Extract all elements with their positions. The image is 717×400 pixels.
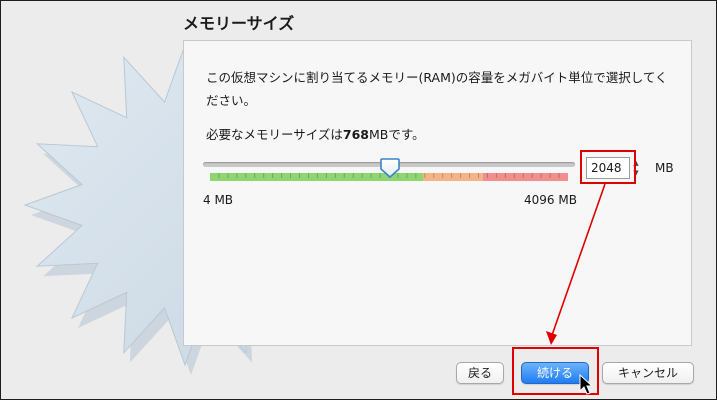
cancel-button[interactable]: キャンセル xyxy=(602,362,694,384)
recommended-suffix: MBです。 xyxy=(368,127,425,142)
recommended-size-text: 必要なメモリーサイズは768MBです。 xyxy=(206,124,425,143)
memory-size-input[interactable] xyxy=(586,157,630,179)
dialog-title: メモリーサイズ xyxy=(183,14,295,33)
recommended-value: 768 xyxy=(342,127,369,142)
slider-max-label: 4096 MB xyxy=(524,193,577,207)
memory-unit-label: MB xyxy=(655,161,674,175)
continue-button[interactable]: 続ける xyxy=(521,362,589,384)
description-text: この仮想マシンに割り当てるメモリー(RAM)の容量をメガバイト単位で選択してくだ… xyxy=(206,70,668,108)
memory-slider-thumb[interactable] xyxy=(379,157,401,179)
slider-min-label: 4 MB xyxy=(203,193,234,207)
chevron-up-icon[interactable]: ▲ xyxy=(631,158,641,168)
memory-stepper[interactable]: ▲ ▼ xyxy=(631,157,641,179)
recommended-prefix: 必要なメモリーサイズは xyxy=(206,127,343,142)
back-button[interactable]: 戻る xyxy=(456,362,504,384)
chevron-down-icon[interactable]: ▼ xyxy=(631,168,641,178)
